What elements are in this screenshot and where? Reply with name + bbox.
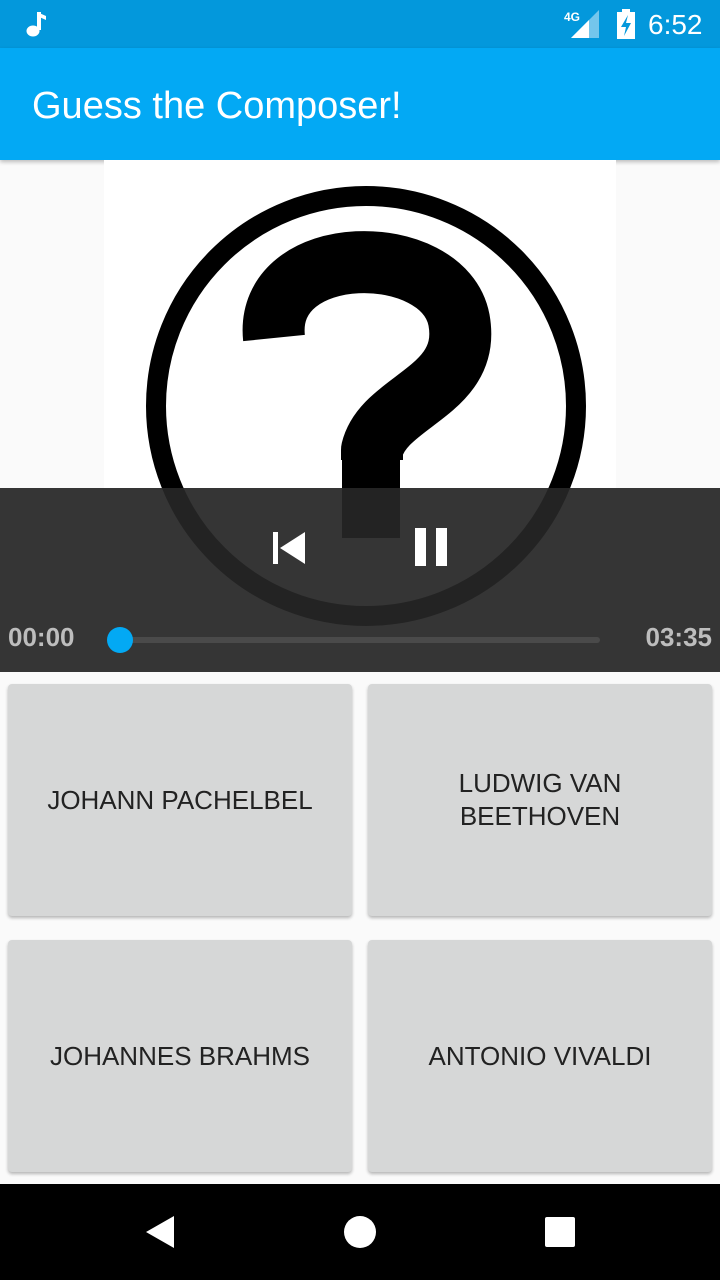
answer-button-2[interactable]: LUDWIG VAN BEETHOVEN bbox=[368, 684, 712, 916]
network-type-label: 4G bbox=[564, 10, 580, 24]
skip-previous-icon bbox=[273, 532, 305, 564]
pause-icon bbox=[415, 528, 447, 566]
back-button[interactable] bbox=[140, 1210, 184, 1258]
app-bar: Guess the Composer! bbox=[0, 48, 720, 160]
answer-button-3[interactable]: JOHANNES BRAHMS bbox=[8, 940, 352, 1172]
media-controls: 00:00 03:35 bbox=[0, 488, 720, 672]
battery-charging-icon bbox=[615, 8, 637, 44]
app-title: Guess the Composer! bbox=[32, 85, 402, 127]
recents-button[interactable] bbox=[536, 1210, 584, 1258]
seek-bar[interactable] bbox=[120, 637, 600, 643]
answer-button-4[interactable]: ANTONIO VIVALDI bbox=[368, 940, 712, 1172]
current-time: 00:00 bbox=[8, 622, 75, 652]
navigation-bar bbox=[0, 1184, 720, 1280]
home-button[interactable] bbox=[336, 1210, 384, 1258]
home-icon bbox=[344, 1216, 376, 1248]
signal-4g-icon: 4G bbox=[563, 8, 603, 44]
status-clock: 6:52 bbox=[648, 9, 703, 40]
answer-button-1[interactable]: JOHANN PACHELBEL bbox=[8, 684, 352, 916]
status-bar: 4G 6:52 bbox=[0, 0, 720, 48]
recents-icon bbox=[545, 1217, 575, 1247]
total-duration: 03:35 bbox=[645, 622, 713, 652]
pause-button[interactable] bbox=[408, 526, 456, 570]
skip-previous-button[interactable] bbox=[264, 528, 312, 568]
back-icon bbox=[146, 1216, 174, 1248]
seek-thumb[interactable] bbox=[107, 627, 133, 653]
music-note-icon bbox=[20, 8, 52, 44]
